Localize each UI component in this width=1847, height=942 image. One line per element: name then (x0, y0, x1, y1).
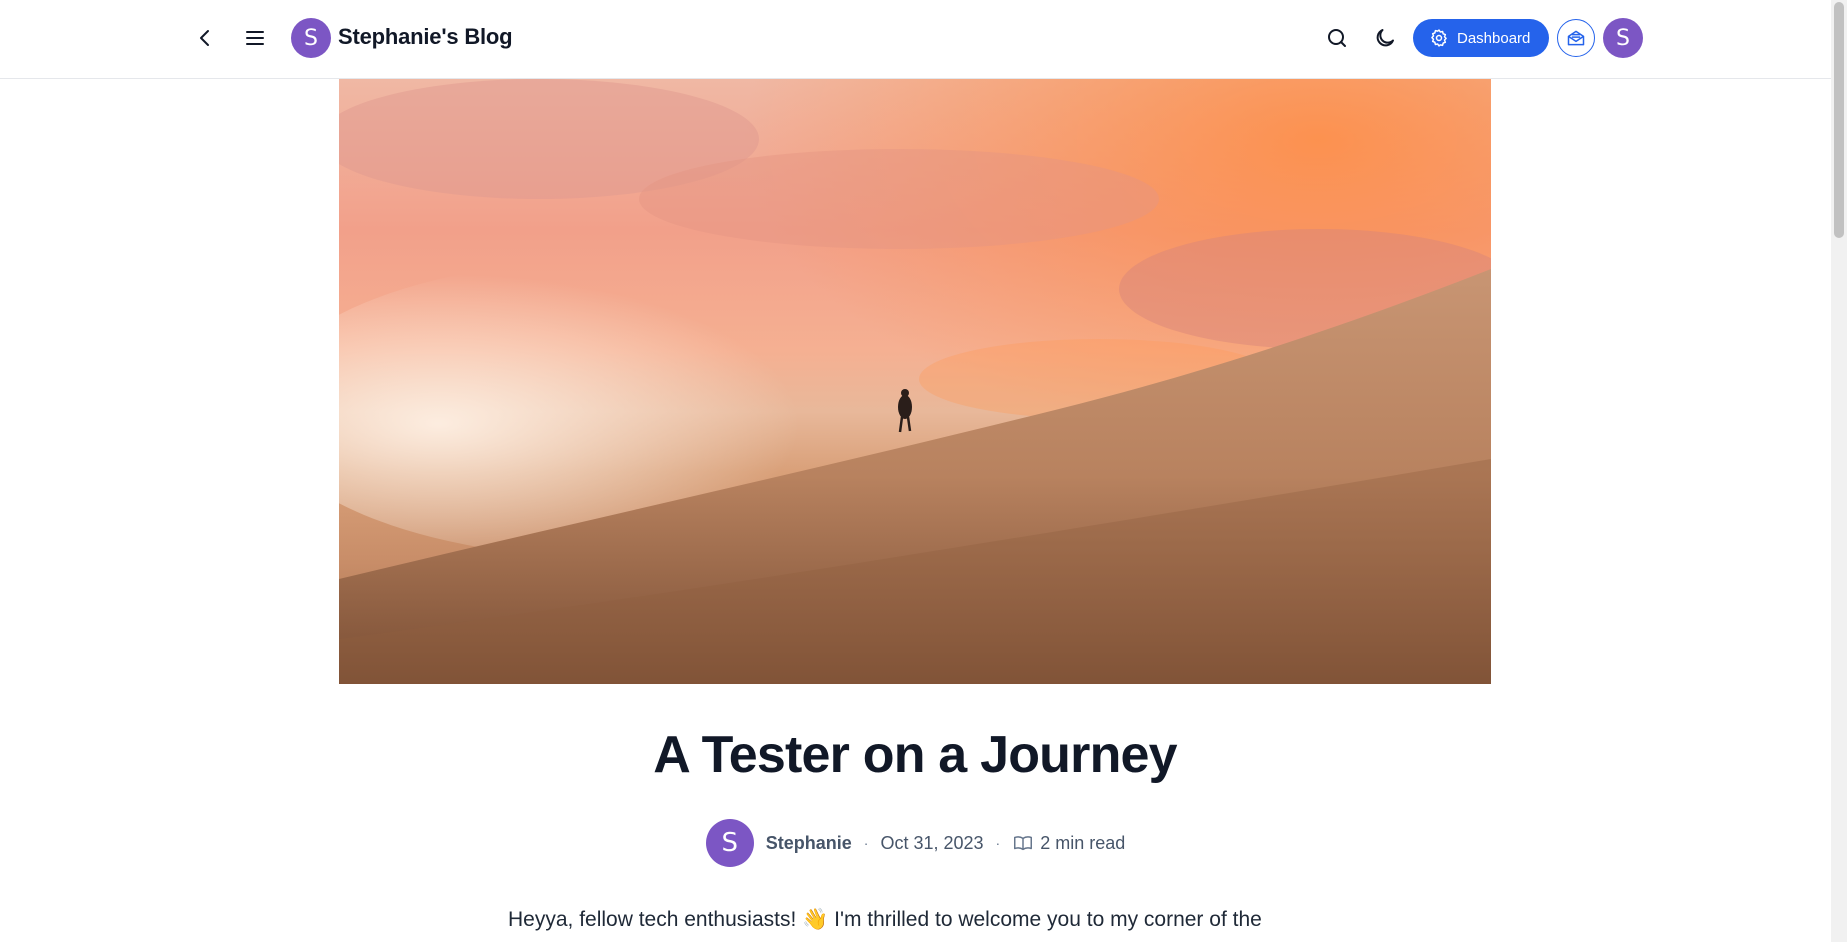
search-button[interactable] (1317, 18, 1357, 58)
author-avatar[interactable]: S (705, 819, 754, 867)
search-icon (1328, 29, 1346, 47)
back-icon (200, 30, 209, 46)
dashboard-button[interactable]: Dashboard (1413, 19, 1549, 57)
scrollbar-thumb[interactable] (1834, 2, 1844, 238)
menu-icon (246, 31, 264, 45)
blog-logo-avatar[interactable]: S (291, 18, 331, 58)
user-avatar[interactable]: S (1603, 18, 1643, 58)
cover-image (339, 79, 1491, 684)
book-icon (1014, 836, 1033, 851)
meta-separator: · (863, 835, 869, 851)
gear-icon (1431, 29, 1447, 47)
top-navbar: S Stephanie's Blog Dashboard S (0, 0, 1831, 79)
post-meta: S Stephanie · Oct 31, 2023 · 2 min read (0, 818, 1831, 868)
moon-icon (1376, 29, 1394, 47)
back-button[interactable] (185, 18, 225, 58)
blog-title[interactable]: Stephanie's Blog (338, 24, 513, 50)
post-title: A Tester on a Journey (653, 726, 1177, 784)
menu-button[interactable] (235, 18, 275, 58)
post-intro-text: Heyya, fellow tech enthusiasts! 👋 I'm th… (508, 908, 1262, 931)
theme-toggle-button[interactable] (1365, 18, 1405, 58)
author-name[interactable]: Stephanie (766, 833, 852, 854)
newsletter-button[interactable] (1557, 19, 1595, 57)
read-time: 2 min read (1012, 832, 1125, 854)
read-time-label: 2 min read (1040, 832, 1126, 853)
meta-separator: · (995, 835, 1001, 851)
newsletter-icon (1567, 30, 1585, 46)
dashboard-label: Dashboard (1457, 29, 1531, 47)
post-date: Oct 31, 2023 (880, 832, 984, 853)
